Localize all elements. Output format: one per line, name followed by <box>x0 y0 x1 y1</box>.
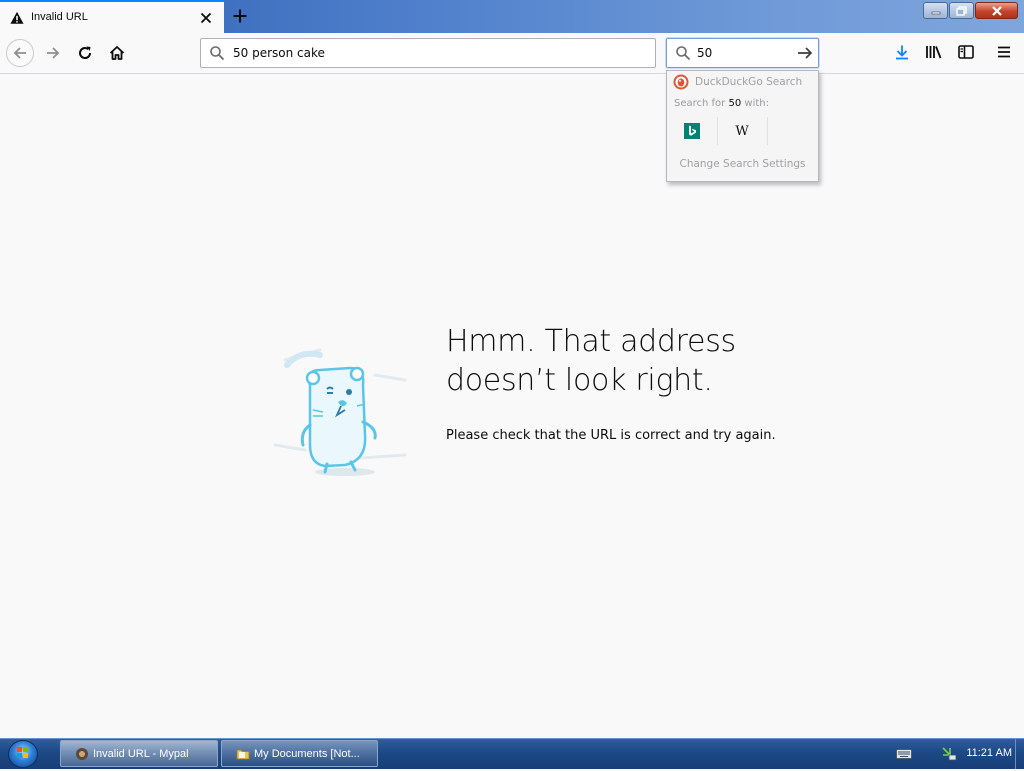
search-for-prefix: Search for <box>674 98 726 109</box>
bing-icon <box>684 123 700 139</box>
url-bar[interactable] <box>200 38 656 68</box>
folder-icon <box>236 749 250 759</box>
tab-invalid-url[interactable]: Invalid URL <box>0 0 224 33</box>
start-button[interactable] <box>8 740 38 768</box>
search-icon <box>210 46 225 61</box>
duckduckgo-icon <box>673 74 689 90</box>
search-icon <box>676 46 691 61</box>
reload-button[interactable] <box>71 39 99 67</box>
error-mascot-illustration <box>273 348 407 476</box>
tab-title: Invalid URL <box>31 11 88 23</box>
home-button[interactable] <box>103 39 131 67</box>
search-for-label: Search for 50 with: <box>674 98 769 109</box>
show-desktop-button[interactable] <box>1015 739 1024 769</box>
tab-close-button[interactable] <box>198 10 214 26</box>
taskbar: Invalid URL - Mypal My Documents [Not...… <box>0 738 1024 769</box>
library-button[interactable] <box>921 39 947 65</box>
new-tab-button[interactable] <box>229 5 251 27</box>
library-icon <box>926 46 942 59</box>
search-for-suffix: with: <box>744 98 769 109</box>
system-clock[interactable]: 11:21 AM <box>966 747 1012 759</box>
download-icon <box>896 45 908 60</box>
search-suggestions-popup: DuckDuckGo Search Search for 50 with: W … <box>666 70 819 182</box>
menu-icon <box>998 46 1010 58</box>
search-term: 50 <box>728 98 742 109</box>
browser-app-icon <box>76 747 88 760</box>
warning-icon <box>10 11 24 24</box>
taskbar-item-documents[interactable]: My Documents [Not... <box>221 740 378 767</box>
error-title-line-2: doesn’t look right. <box>446 363 713 398</box>
search-input[interactable] <box>697 45 787 61</box>
back-arrow-icon <box>13 47 26 59</box>
menu-button[interactable] <box>991 39 1017 65</box>
downloads-button[interactable] <box>889 39 915 65</box>
back-button[interactable] <box>6 39 34 67</box>
windows-logo-icon <box>17 747 28 758</box>
error-title-line-1: Hmm. That address <box>446 324 736 359</box>
minimize-icon <box>931 11 940 14</box>
navigation-toolbar <box>0 33 1024 74</box>
taskbar-item-browser[interactable]: Invalid URL - Mypal <box>60 740 218 767</box>
error-title: Hmm. That address doesn’t look right. <box>446 322 806 400</box>
taskbar-item-label: My Documents [Not... <box>254 747 360 760</box>
url-input[interactable] <box>233 45 643 61</box>
wikipedia-search-button[interactable]: W <box>717 117 768 145</box>
home-icon <box>109 46 125 60</box>
forward-button[interactable] <box>39 39 67 67</box>
network-icon[interactable] <box>941 746 957 762</box>
go-arrow-icon <box>798 47 813 59</box>
sidebar-icon <box>958 45 974 59</box>
restore-icon <box>956 5 967 16</box>
bing-search-button[interactable] <box>667 117 718 145</box>
plus-icon <box>233 9 247 23</box>
search-engine-name: DuckDuckGo Search <box>695 76 803 88</box>
one-off-search-engines: W <box>667 117 818 145</box>
minimize-button[interactable] <box>923 2 948 19</box>
error-description: Please check that the URL is correct and… <box>446 428 776 443</box>
change-search-settings[interactable]: Change Search Settings <box>667 158 818 170</box>
window-controls <box>923 2 1018 19</box>
reload-icon <box>79 46 92 59</box>
keyboard-icon[interactable] <box>896 748 912 760</box>
search-bar[interactable] <box>666 38 819 68</box>
close-icon <box>991 5 1002 16</box>
restore-button[interactable] <box>949 2 974 19</box>
wikipedia-icon: W <box>735 123 749 139</box>
close-window-button[interactable] <box>975 2 1018 19</box>
close-icon <box>200 12 212 24</box>
search-go-button[interactable] <box>796 44 814 66</box>
sidebar-button[interactable] <box>953 39 979 65</box>
tab-strip: Invalid URL <box>0 0 1024 33</box>
forward-arrow-icon <box>47 47 60 59</box>
taskbar-item-label: Invalid URL - Mypal <box>93 747 189 760</box>
current-search-engine[interactable]: DuckDuckGo Search <box>673 74 802 90</box>
